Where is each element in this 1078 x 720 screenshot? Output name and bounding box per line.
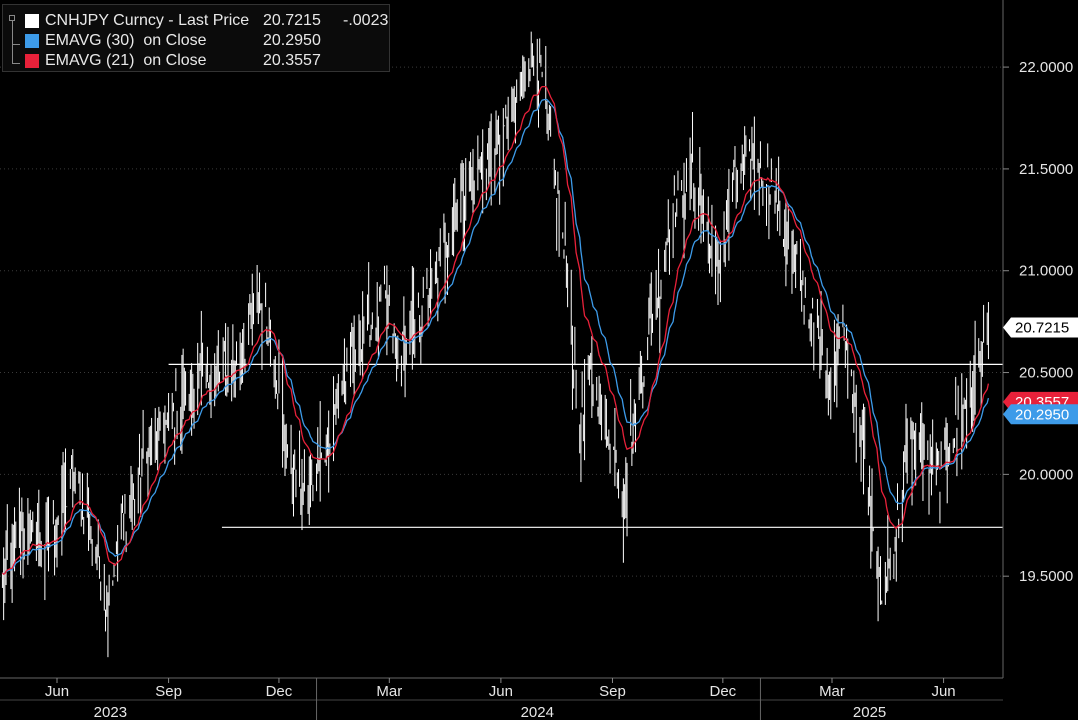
legend-ema30-value: 20.2950 [263, 32, 321, 49]
price-last-tag: 20.7215 [1003, 317, 1078, 338]
x-tick-label: Jun [45, 683, 69, 700]
year-label: 2024 [521, 704, 554, 720]
price-chart: 19.5000 20.0000 20.5000 21.0000 21.5000 22.00… [0, 0, 1078, 720]
legend-price-label: CNHJPY Curncy - Last Price [45, 12, 250, 29]
year-label: 2025 [853, 704, 886, 720]
y-tick-label: 21.5000 [1019, 161, 1073, 178]
ema30-last-tag-label: 20.2950 [1015, 406, 1069, 423]
y-tick-label: 20.0000 [1019, 466, 1073, 483]
x-tick-label: Mar [819, 683, 845, 700]
x-tick-label: Jun [931, 683, 955, 700]
x-axis: Jun Sep Dec Mar Jun Sep Dec Mar Jun 2023 2024 2025 [0, 677, 1003, 720]
price-last-tag-label: 20.7215 [1015, 319, 1069, 336]
x-tick-label: Mar [376, 683, 402, 700]
y-tick-label: 19.5000 [1019, 568, 1073, 585]
x-tick-label: Sep [599, 683, 626, 700]
legend-price-value: 20.7215 [263, 12, 321, 29]
ema30-line [2, 98, 990, 575]
legend-ema30[interactable]: EMAVG (30) on Close 20.2950 [25, 31, 321, 51]
price-series [1, 31, 989, 658]
chart-legend: CNHJPY Curncy - Last Price 20.7215 -.002… [2, 4, 390, 72]
legend-price[interactable]: CNHJPY Curncy - Last Price 20.7215 -.002… [25, 11, 388, 31]
x-tick-label: Sep [155, 683, 182, 700]
legend-ema21[interactable]: EMAVG (21) on Close 20.3557 [25, 51, 321, 71]
y-tick-label: 20.5000 [1019, 365, 1073, 382]
legend-ema21-label: EMAVG (21) on Close [45, 52, 207, 69]
price-swatch-icon [25, 14, 39, 28]
legend-tree-line [12, 21, 19, 63]
y-tick-label: 22.0000 [1019, 59, 1073, 76]
y-axis: 19.5000 20.0000 20.5000 21.0000 21.5000 22.00… [1002, 0, 1073, 678]
x-tick-label: Jun [489, 683, 513, 700]
ema21-swatch-icon [25, 54, 39, 68]
ema30-last-tag: 20.2950 [1003, 404, 1078, 425]
legend-ema30-label: EMAVG (30) on Close [45, 32, 207, 49]
x-tick-label: Dec [709, 683, 736, 700]
y-tick-label: 21.0000 [1019, 263, 1073, 280]
year-label: 2023 [94, 704, 127, 720]
x-tick-label: Dec [266, 683, 293, 700]
legend-ema21-value: 20.3557 [263, 52, 321, 69]
ema30-swatch-icon [25, 34, 39, 48]
legend-price-change: -.0023 [343, 12, 389, 29]
